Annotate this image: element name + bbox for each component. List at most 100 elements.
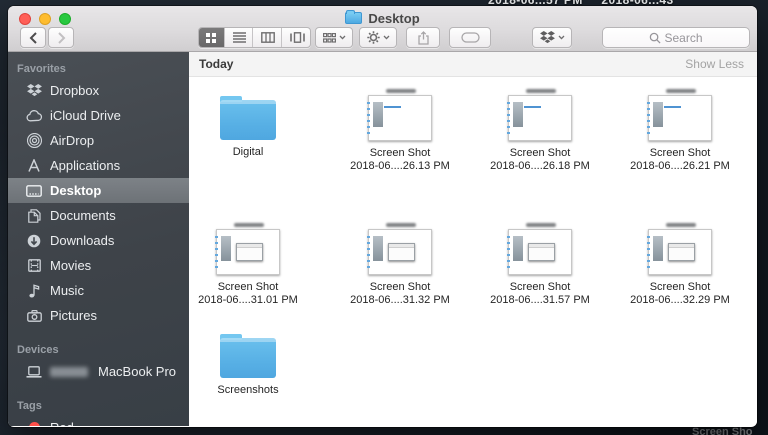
- sidebar-item-icloud-drive[interactable]: iCloud Drive: [8, 103, 189, 128]
- pictures-icon: [25, 309, 43, 322]
- sidebar-section-tags: Tags: [17, 400, 42, 412]
- sidebar-item-macbook-pro[interactable]: MacBook Pro: [8, 359, 189, 384]
- search-placeholder: Search: [664, 30, 703, 45]
- dropbox-menu-button[interactable]: [532, 27, 572, 48]
- file-item-screenshots-folder[interactable]: Screenshots: [183, 329, 313, 397]
- dropbox-icon: [25, 84, 43, 97]
- chevron-right-icon: [57, 31, 65, 44]
- airdrop-icon: [25, 133, 43, 148]
- chevron-down-icon: [558, 35, 564, 40]
- file-item-screenshot[interactable]: Screen Shot 2018-06....32.29 PM: [615, 223, 745, 307]
- file-item-screenshot[interactable]: Screen Shot 2018-06....26.13 PM: [335, 89, 465, 173]
- toolbar: Search: [8, 27, 757, 49]
- sidebar-item-label: Documents: [50, 208, 116, 223]
- folder-proxy-icon: [345, 10, 363, 24]
- redacted-device-name: [50, 366, 88, 377]
- column-view-button[interactable]: [256, 28, 282, 47]
- view-mode-control: [198, 27, 311, 48]
- back-button[interactable]: [20, 27, 46, 48]
- screenshot-thumbnail-icon: [367, 89, 432, 141]
- group-header: Today Show Less: [189, 52, 757, 77]
- show-less-button[interactable]: Show Less: [685, 57, 744, 71]
- actions-button[interactable]: [359, 27, 397, 48]
- sidebar-item-label: AirDrop: [50, 133, 95, 148]
- folder-icon: [220, 334, 276, 378]
- file-label: Screen Shot 2018-06....26.18 PM: [490, 147, 590, 172]
- gallery-view-button[interactable]: [285, 28, 310, 47]
- share-icon: [417, 30, 429, 45]
- screenshot-thumbnail-icon: [647, 89, 712, 141]
- chevron-left-icon: [29, 31, 37, 44]
- search-icon: [650, 32, 662, 44]
- documents-icon: [25, 208, 43, 223]
- sidebar-item-music[interactable]: Music: [8, 278, 189, 303]
- sidebar-item-movies[interactable]: Movies: [8, 253, 189, 278]
- file-item-digital[interactable]: Digital: [183, 91, 313, 159]
- desktop-icon: [25, 184, 43, 197]
- chevron-down-icon: [339, 35, 345, 40]
- file-label: Screen Shot 2018-06....26.13 PM: [350, 147, 450, 172]
- chevron-down-icon: [383, 35, 389, 40]
- sidebar-item-documents[interactable]: Documents: [8, 203, 189, 228]
- tag-button[interactable]: [449, 27, 491, 48]
- icon-view-icon: [206, 32, 217, 43]
- file-item-screenshot[interactable]: Screen Shot 2018-06....31.01 PM: [183, 223, 313, 307]
- group-by-button[interactable]: [315, 27, 353, 48]
- screenshot-thumbnail-icon: [215, 223, 280, 275]
- sidebar-item-tag-red[interactable]: Red: [8, 415, 189, 426]
- share-button[interactable]: [406, 27, 440, 48]
- desktop-background: { "desktop": { "top_fragment": "2018-06.…: [0, 0, 768, 435]
- file-label: Screen Shot 2018-06....31.57 PM: [490, 281, 590, 306]
- sidebar-item-label: Dropbox: [50, 83, 100, 98]
- sidebar-section-devices: Devices: [17, 344, 59, 356]
- window-title-text: Desktop: [368, 10, 420, 26]
- gear-icon: [366, 31, 380, 44]
- sidebar-item-label: Pictures: [50, 308, 97, 323]
- folder-icon: [220, 96, 276, 140]
- sidebar-item-label: Movies: [50, 258, 92, 273]
- red-tag-icon: [25, 422, 43, 426]
- sidebar-item-downloads[interactable]: Downloads: [8, 228, 189, 253]
- downloads-icon: [25, 234, 43, 248]
- screenshot-thumbnail-icon: [507, 89, 572, 141]
- column-view-icon: [261, 32, 276, 43]
- title-bar[interactable]: Desktop Search: [8, 6, 757, 52]
- screenshot-thumbnail-icon: [507, 223, 572, 275]
- search-field[interactable]: Search: [602, 27, 750, 48]
- background-desktop-label-bottom: Screen Sho: [692, 426, 753, 435]
- list-view-icon: [233, 32, 247, 43]
- applications-icon: [25, 159, 43, 172]
- file-item-screenshot[interactable]: Screen Shot 2018-06....26.21 PM: [615, 89, 745, 173]
- movies-icon: [25, 259, 43, 272]
- file-item-screenshot[interactable]: Screen Shot 2018-06....31.57 PM: [475, 223, 605, 307]
- icon-grid[interactable]: Digital Screen Shot 2018-06....26.13 PM S…: [189, 77, 757, 426]
- group-title: Today: [199, 57, 234, 71]
- sidebar-item-pictures[interactable]: Pictures: [8, 303, 189, 328]
- sidebar-item-label: iCloud Drive: [50, 108, 121, 123]
- screenshot-thumbnail-icon: [647, 223, 712, 275]
- gallery-view-icon: [289, 32, 305, 43]
- file-browser-content: Today Show Less Digital Screen Shot 2018-…: [189, 52, 757, 426]
- sidebar-item-desktop[interactable]: Desktop: [8, 178, 189, 203]
- sidebar-item-applications[interactable]: Applications: [8, 153, 189, 178]
- file-item-screenshot[interactable]: Screen Shot 2018-06....26.18 PM: [475, 89, 605, 173]
- tag-icon: [460, 32, 480, 43]
- file-label: Screen Shot 2018-06....26.21 PM: [630, 147, 730, 172]
- laptop-icon: [25, 365, 43, 378]
- sidebar-item-airdrop[interactable]: AirDrop: [8, 128, 189, 153]
- sidebar-item-label: Red: [50, 420, 74, 426]
- sidebar-section-favorites: Favorites: [17, 63, 66, 75]
- forward-button[interactable]: [48, 27, 74, 48]
- window-title: Desktop: [8, 10, 757, 26]
- sidebar-item-dropbox[interactable]: Dropbox: [8, 78, 189, 103]
- finder-window: Desktop Search Favorites Dropbox iCloud …: [8, 6, 757, 427]
- sidebar-item-label: Music: [50, 283, 84, 298]
- sidebar: Favorites Dropbox iCloud Drive AirDrop A…: [8, 52, 189, 426]
- icon-view-button[interactable]: [199, 28, 225, 47]
- file-item-screenshot[interactable]: Screen Shot 2018-06....31.32 PM: [335, 223, 465, 307]
- sidebar-item-label: Desktop: [50, 183, 102, 198]
- list-view-button[interactable]: [228, 28, 254, 47]
- sidebar-item-label: MacBook Pro: [98, 364, 177, 379]
- screenshot-thumbnail-icon: [367, 223, 432, 275]
- file-label: Screenshots: [217, 384, 279, 396]
